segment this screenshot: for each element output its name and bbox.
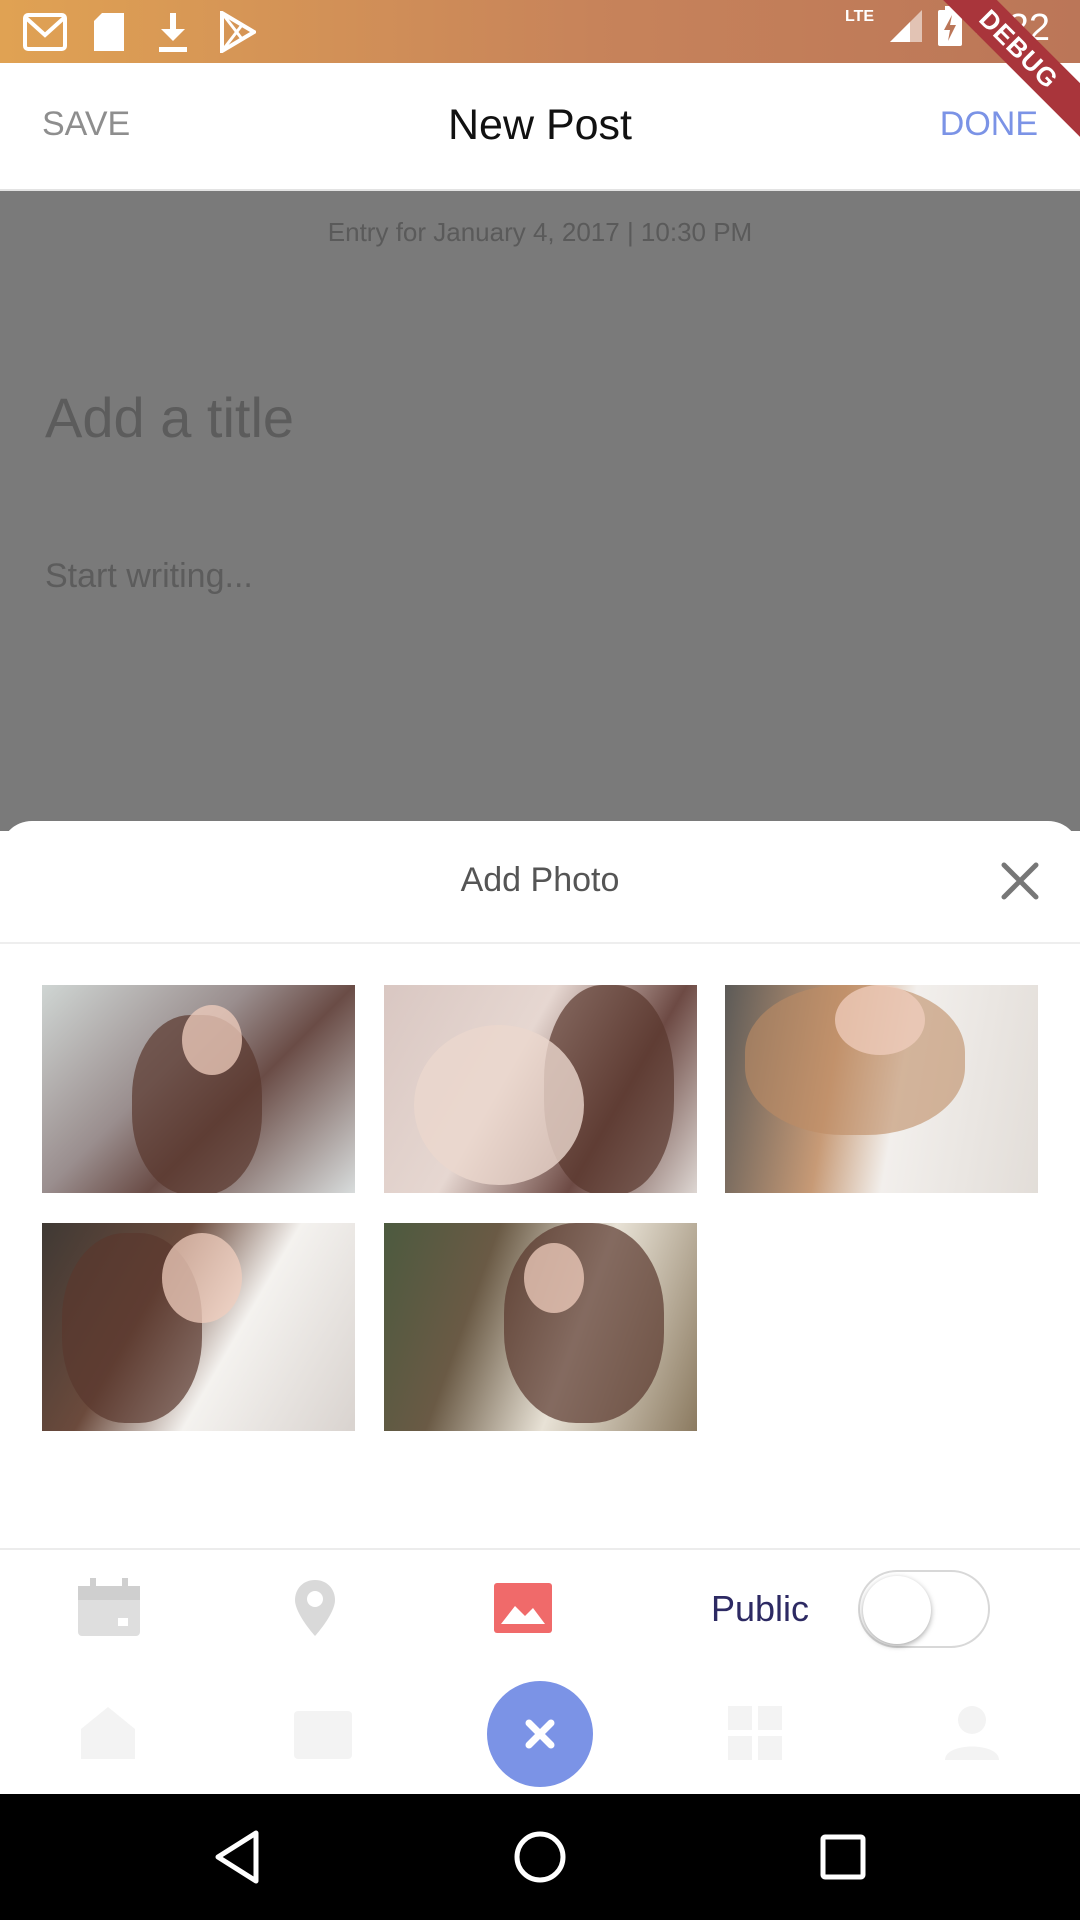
post-toolbar: Public: [0, 1550, 1080, 1666]
download-icon: [150, 10, 196, 54]
status-bar: LTE 4:22: [0, 0, 1080, 63]
photo-thumbnail-5[interactable]: [384, 1223, 697, 1431]
body-input[interactable]: Start writing...: [45, 557, 945, 596]
entry-date: Entry for January 4, 2017 | 10:30 PM: [327, 217, 753, 247]
photo-thumbnail-1[interactable]: [42, 985, 355, 1193]
photo-thumbnail-3[interactable]: [725, 985, 1038, 1193]
public-label: Public: [711, 1588, 810, 1629]
notification-icons: [22, 10, 260, 54]
app-bar: SAVE New Post DONE: [0, 63, 1080, 191]
photo-thumbnail-2[interactable]: [384, 985, 697, 1193]
sheet-title: Add Photo: [460, 861, 620, 899]
back-icon[interactable]: [204, 1824, 270, 1890]
profile-icon[interactable]: [937, 1698, 1007, 1768]
home-icon[interactable]: [73, 1698, 143, 1768]
close-icon[interactable]: [998, 859, 1042, 903]
calendar-icon[interactable]: [64, 1550, 154, 1666]
public-toggle[interactable]: [858, 1570, 990, 1648]
post-editor: Entry for January 4, 2017 | 10:30 PM Add…: [0, 191, 1080, 831]
gmail-icon: [22, 10, 68, 54]
recent-apps-icon[interactable]: [810, 1824, 876, 1890]
play-store-icon: [214, 10, 260, 54]
page-title: New Post: [447, 101, 632, 149]
bottom-navigation: [0, 1666, 1080, 1794]
photo-icon[interactable]: [478, 1550, 568, 1666]
location-pin-icon[interactable]: [270, 1550, 360, 1666]
calendar-nav-icon[interactable]: [288, 1698, 358, 1768]
divider: [0, 942, 1080, 944]
signal-icon: [888, 8, 924, 49]
photo-thumbnail-4[interactable]: [42, 1223, 355, 1431]
close-fab-button[interactable]: [487, 1681, 593, 1787]
home-button-icon[interactable]: [507, 1824, 573, 1890]
title-input[interactable]: Add a title: [45, 385, 945, 450]
done-button[interactable]: DONE: [940, 105, 1038, 144]
system-navigation-bar: [0, 1794, 1080, 1920]
sd-card-icon: [86, 10, 132, 54]
grid-icon[interactable]: [720, 1698, 790, 1768]
toggle-knob: [863, 1576, 931, 1644]
add-photo-sheet: Add Photo Public: [0, 821, 1080, 1666]
network-type: LTE: [845, 7, 875, 25]
